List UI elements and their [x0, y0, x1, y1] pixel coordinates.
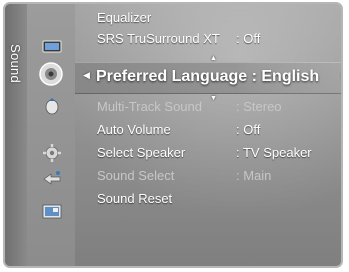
- input-icon[interactable]: [41, 168, 63, 186]
- setup-icon[interactable]: [41, 144, 63, 162]
- tv-osd-menu: Sound ◀ Preferred Language : English ▶ ▲…: [3, 2, 343, 268]
- menu-tab[interactable]: Sound: [5, 4, 27, 266]
- menu-item-value: : TV Speaker: [236, 145, 312, 160]
- menu-item-label: Multi-Track Sound: [97, 99, 202, 114]
- menu-item-label: Sound Reset: [97, 191, 173, 206]
- sound-reset-item[interactable]: Sound Reset: [97, 189, 172, 209]
- auto-volume-item[interactable]: Auto Volume : Off: [97, 120, 260, 140]
- sound-icon[interactable]: [37, 61, 65, 87]
- left-arrow-icon[interactable]: ◀: [83, 71, 90, 80]
- menu-tab-label: Sound: [8, 44, 23, 84]
- multi-track-sound-item: Multi-Track Sound : Stereo: [97, 97, 282, 117]
- menu-item-value: : Main: [236, 168, 272, 183]
- menu-item-value: : Off: [236, 122, 261, 137]
- menu-item-label: Sound Select: [97, 168, 175, 183]
- menu-item-label: SRS TruSurround XT: [97, 31, 220, 46]
- menu-item-value: : Stereo: [236, 99, 282, 114]
- sound-menu-list: Equalizer SRS TruSurround XT : Off Multi…: [97, 4, 341, 266]
- picture-icon[interactable]: [41, 37, 63, 55]
- menu-item-value: : Off: [236, 31, 261, 46]
- sound-select-item: Sound Select : Main: [97, 166, 271, 186]
- srs-trusurround-item[interactable]: SRS TruSurround XT : Off: [97, 29, 260, 49]
- category-icon-rail: [27, 4, 75, 266]
- channel-icon[interactable]: [41, 97, 63, 115]
- menu-item-label: Equalizer: [97, 10, 152, 25]
- menu-item-label: Select Speaker: [97, 145, 186, 160]
- right-arrow-icon[interactable]: ▶: [342, 71, 343, 80]
- select-speaker-item[interactable]: Select Speaker : TV Speaker: [97, 143, 312, 163]
- equalizer-item[interactable]: Equalizer: [97, 8, 151, 28]
- application-icon[interactable]: [41, 202, 63, 220]
- menu-item-label: Auto Volume: [97, 122, 171, 137]
